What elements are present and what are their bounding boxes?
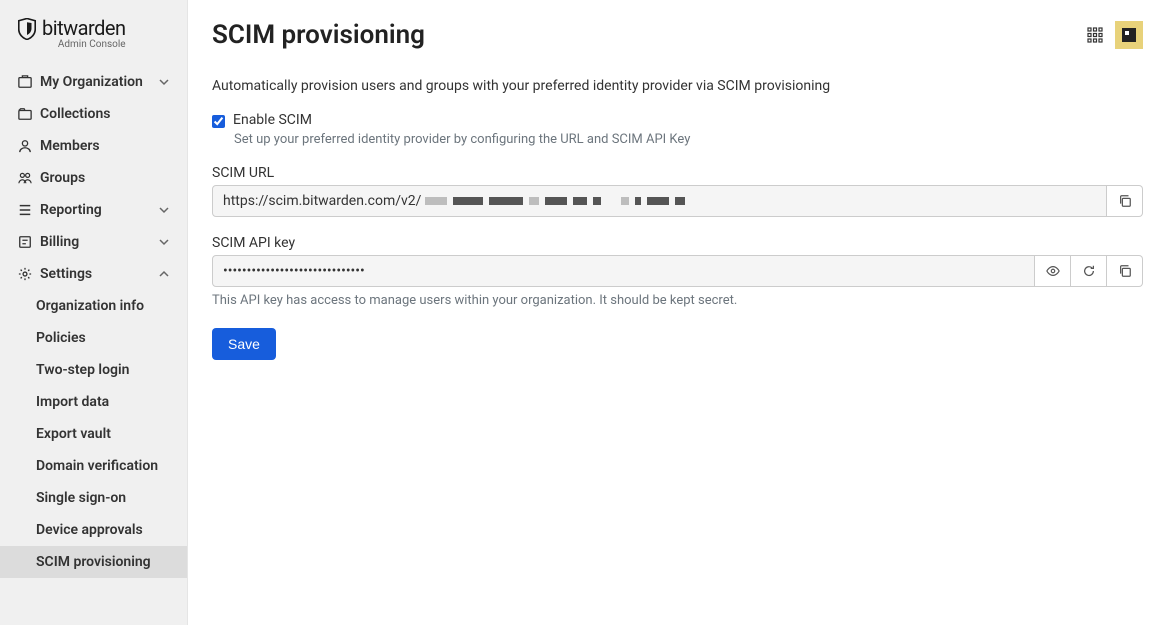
copy-icon	[1118, 194, 1132, 208]
sidebar-nav: My Organization Collections Members Grou…	[0, 56, 187, 578]
scim-url-group: https://scim.bitwarden.com/v2/	[212, 185, 1143, 217]
sidebar-sub-device-approvals[interactable]: Device approvals	[0, 514, 187, 546]
sidebar-item-reporting[interactable]: Reporting	[0, 194, 187, 226]
toggle-visibility-button[interactable]	[1035, 255, 1071, 287]
sidebar-item-collections[interactable]: Collections	[0, 98, 187, 130]
page-description: Automatically provision users and groups…	[212, 78, 1143, 94]
api-key-label: SCIM API key	[212, 235, 1143, 251]
sidebar-sub-two-step-login[interactable]: Two-step login	[0, 354, 187, 386]
eye-icon	[1046, 264, 1060, 278]
org-icon	[18, 75, 32, 89]
chevron-down-icon	[159, 237, 169, 247]
sidebar-label: My Organization	[40, 74, 143, 90]
page-title: SCIM provisioning	[212, 20, 425, 50]
enable-scim-row: Enable SCIM	[212, 112, 1143, 128]
api-key-help: This API key has access to manage users …	[212, 293, 1143, 308]
sidebar-label: Members	[40, 138, 100, 154]
chevron-up-icon	[159, 269, 169, 279]
sidebar-label: Reporting	[40, 202, 102, 218]
chevron-down-icon	[159, 205, 169, 215]
api-key-input[interactable]	[212, 255, 1035, 287]
reporting-icon	[18, 203, 32, 217]
sidebar-label: Collections	[40, 106, 110, 122]
enable-scim-help: Set up your preferred identity provider …	[234, 132, 1143, 147]
sidebar: bitwarden Admin Console My Organization …	[0, 0, 188, 625]
gear-icon	[18, 267, 32, 281]
refresh-icon	[1082, 264, 1096, 278]
sidebar-item-members[interactable]: Members	[0, 130, 187, 162]
avatar[interactable]	[1115, 21, 1143, 49]
scim-url-prefix: https://scim.bitwarden.com/v2/	[223, 193, 421, 209]
sidebar-sub-policies[interactable]: Policies	[0, 322, 187, 354]
api-key-group	[212, 255, 1143, 287]
sidebar-label: Settings	[40, 266, 92, 282]
sidebar-sub-import-data[interactable]: Import data	[0, 386, 187, 418]
copy-api-key-button[interactable]	[1107, 255, 1143, 287]
sidebar-label: Groups	[40, 170, 85, 186]
billing-icon	[18, 235, 32, 249]
chevron-down-icon	[159, 77, 169, 87]
members-icon	[18, 139, 32, 153]
sidebar-sub-export-vault[interactable]: Export vault	[0, 418, 187, 450]
shield-icon	[18, 18, 36, 40]
sidebar-item-billing[interactable]: Billing	[0, 226, 187, 258]
copy-icon	[1118, 264, 1132, 278]
brand-subtitle: Admin Console	[58, 40, 126, 50]
collections-icon	[18, 107, 32, 121]
rotate-key-button[interactable]	[1071, 255, 1107, 287]
sidebar-sub-domain-verification[interactable]: Domain verification	[0, 450, 187, 482]
sidebar-item-my-organization[interactable]: My Organization	[0, 66, 187, 98]
sidebar-item-groups[interactable]: Groups	[0, 162, 187, 194]
main-content: SCIM provisioning Automatically provisio…	[188, 0, 1167, 625]
brand-logo[interactable]: bitwarden Admin Console	[0, 0, 187, 56]
brand-name: bitwarden	[42, 18, 126, 38]
save-button[interactable]: Save	[212, 328, 276, 360]
sidebar-item-settings[interactable]: Settings	[0, 258, 187, 290]
sidebar-label: Billing	[40, 234, 79, 250]
sidebar-sub-single-sign-on[interactable]: Single sign-on	[0, 482, 187, 514]
app-grid-icon[interactable]	[1087, 27, 1103, 43]
copy-scim-url-button[interactable]	[1107, 185, 1143, 217]
sidebar-sub-organization-info[interactable]: Organization info	[0, 290, 187, 322]
enable-scim-label[interactable]: Enable SCIM	[233, 112, 312, 128]
groups-icon	[18, 171, 32, 185]
scim-url-label: SCIM URL	[212, 165, 1143, 181]
sidebar-sub-scim-provisioning[interactable]: SCIM provisioning	[0, 546, 187, 578]
topbar: SCIM provisioning	[212, 20, 1143, 50]
enable-scim-checkbox[interactable]	[212, 115, 225, 128]
scim-url-input[interactable]: https://scim.bitwarden.com/v2/	[212, 185, 1107, 217]
